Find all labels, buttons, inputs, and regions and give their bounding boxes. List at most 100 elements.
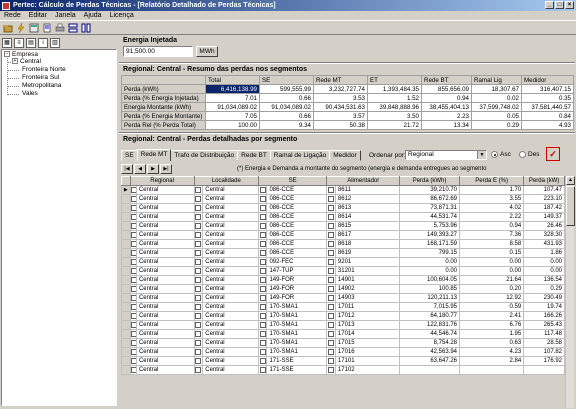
- row-checkbox[interactable]: [257, 257, 268, 267]
- summary-cell[interactable]: 599,555.99: [259, 84, 314, 94]
- table-row[interactable]: Central Central 086-CCE 8618 168,171.59 8.58 4…: [121, 239, 565, 249]
- grid-cell[interactable]: 120,211.13: [399, 293, 461, 303]
- grid-cell[interactable]: 63,647.26: [399, 356, 461, 366]
- grid-cell[interactable]: 8.58: [459, 239, 525, 249]
- grid-cell[interactable]: 86,672.69: [399, 194, 461, 204]
- row-indicator[interactable]: [121, 266, 131, 276]
- grid-cell[interactable]: 2.84: [459, 356, 525, 366]
- grid-cell[interactable]: 4.02: [459, 203, 525, 213]
- summary-cell[interactable]: 7.05: [205, 111, 260, 121]
- grid-cell[interactable]: Central: [202, 311, 259, 321]
- checkbox[interactable]: [328, 313, 335, 319]
- grid-cell[interactable]: Central: [135, 365, 195, 375]
- summary-cell[interactable]: 50.38: [313, 120, 368, 130]
- grid-cell[interactable]: Central: [135, 320, 195, 330]
- grid-cell[interactable]: 1.86: [523, 248, 565, 258]
- grid-cell[interactable]: 9201: [334, 257, 401, 267]
- last-record-icon[interactable]: ▶|: [160, 164, 172, 174]
- tree-item-fronteira-sul[interactable]: Fronteira Sul: [22, 74, 59, 81]
- checkbox[interactable]: [328, 304, 335, 310]
- row-checkbox[interactable]: [326, 185, 336, 195]
- collapse-icon[interactable]: −: [4, 51, 10, 58]
- grid-cell[interactable]: Central: [202, 365, 259, 375]
- row-checkbox[interactable]: [193, 248, 204, 258]
- row-checkbox[interactable]: [257, 302, 268, 312]
- checkbox[interactable]: [195, 322, 202, 328]
- row-checkbox[interactable]: [326, 356, 336, 366]
- grid-cell[interactable]: 8613: [334, 203, 401, 213]
- grid-cell[interactable]: 17015: [334, 338, 401, 348]
- row-checkbox[interactable]: [257, 248, 268, 258]
- grid-cell[interactable]: 0.94: [459, 221, 525, 231]
- row-checkbox[interactable]: [257, 356, 268, 366]
- grid-cell[interactable]: Central: [202, 320, 259, 330]
- grid-cell[interactable]: 8612: [334, 194, 401, 204]
- summary-cell[interactable]: 3.53: [313, 93, 368, 103]
- grid-cell[interactable]: 2.41: [459, 311, 525, 321]
- row-checkbox[interactable]: [193, 266, 204, 276]
- row-indicator[interactable]: [121, 203, 131, 213]
- summary-cell[interactable]: 0.84: [521, 111, 574, 121]
- row-checkbox[interactable]: [326, 320, 336, 330]
- grid-cell[interactable]: Central: [202, 185, 259, 195]
- row-checkbox[interactable]: [257, 284, 268, 294]
- row-indicator[interactable]: [121, 248, 131, 258]
- grid-cell[interactable]: 0.29: [523, 284, 565, 294]
- grid-cell[interactable]: 230.49: [523, 293, 565, 303]
- row-checkbox[interactable]: [193, 194, 204, 204]
- grid-cell[interactable]: 0.00: [523, 257, 565, 267]
- row-checkbox[interactable]: [326, 329, 336, 339]
- grid-cell[interactable]: 0.15: [459, 248, 525, 258]
- checkbox[interactable]: [195, 259, 202, 265]
- checkbox[interactable]: [328, 295, 335, 301]
- row-checkbox[interactable]: [193, 356, 204, 366]
- grid-cell[interactable]: 39,210.70: [399, 185, 461, 195]
- menu-rede[interactable]: Rede: [4, 12, 21, 19]
- row-checkbox[interactable]: [326, 221, 336, 231]
- row-checkbox[interactable]: [326, 284, 336, 294]
- row-indicator[interactable]: [121, 239, 131, 249]
- grid-cell[interactable]: Central: [135, 329, 195, 339]
- grid-cell[interactable]: 17102: [334, 365, 401, 375]
- grid-cell[interactable]: 166.26: [523, 311, 565, 321]
- unit-button[interactable]: MWh: [196, 46, 218, 57]
- grid-cell[interactable]: 086-CCE: [266, 248, 328, 258]
- table-row[interactable]: Central Central 086-CCE 8617 149,393.27 7.36 3…: [121, 230, 565, 240]
- grid-cell[interactable]: 107.47: [523, 185, 565, 195]
- row-checkbox[interactable]: [326, 293, 336, 303]
- checkbox[interactable]: [259, 322, 266, 328]
- row-indicator[interactable]: [121, 329, 131, 339]
- grid-cell[interactable]: 086-CCE: [266, 185, 328, 195]
- grid-cell[interactable]: 086-CCE: [266, 212, 328, 222]
- tree-tool-info-icon[interactable]: i: [38, 37, 48, 48]
- row-checkbox[interactable]: [257, 230, 268, 240]
- checkbox[interactable]: [195, 367, 202, 373]
- row-checkbox[interactable]: [193, 275, 204, 285]
- grid-cell[interactable]: 5,753.96: [399, 221, 461, 231]
- summary-cell[interactable]: 91,034,089.02: [205, 102, 260, 112]
- grid-cell[interactable]: Central: [135, 221, 195, 231]
- checkbox[interactable]: [328, 196, 335, 202]
- row-indicator[interactable]: [121, 293, 131, 303]
- menu-licenca[interactable]: Licença: [110, 12, 134, 19]
- grid-scrollbar[interactable]: ▲: [565, 176, 575, 408]
- tile-horizontal-icon[interactable]: [67, 22, 78, 33]
- checkbox[interactable]: [259, 223, 266, 229]
- row-indicator[interactable]: ▶: [121, 185, 131, 195]
- checkbox[interactable]: [195, 232, 202, 238]
- row-checkbox[interactable]: [257, 266, 268, 276]
- grid-cell[interactable]: 7,015.95: [399, 302, 461, 312]
- checkbox[interactable]: [195, 205, 202, 211]
- grid-cell[interactable]: Central: [135, 212, 195, 222]
- radio-asc[interactable]: Asc: [491, 151, 511, 158]
- checkbox[interactable]: [195, 196, 202, 202]
- checkbox[interactable]: [328, 232, 335, 238]
- checkbox[interactable]: [328, 223, 335, 229]
- grid-cell[interactable]: Central: [202, 329, 259, 339]
- tree-item-fronteira-norte[interactable]: Fronteira Norte: [22, 66, 66, 73]
- summary-cell[interactable]: 21.72: [367, 120, 422, 130]
- grid-col-perda-e[interactable]: Perda E (%): [459, 176, 525, 186]
- summary-cell[interactable]: 37,581,440.57: [521, 102, 574, 112]
- summary-cell[interactable]: 6,416,138.99: [205, 84, 260, 94]
- row-indicator[interactable]: [121, 338, 131, 348]
